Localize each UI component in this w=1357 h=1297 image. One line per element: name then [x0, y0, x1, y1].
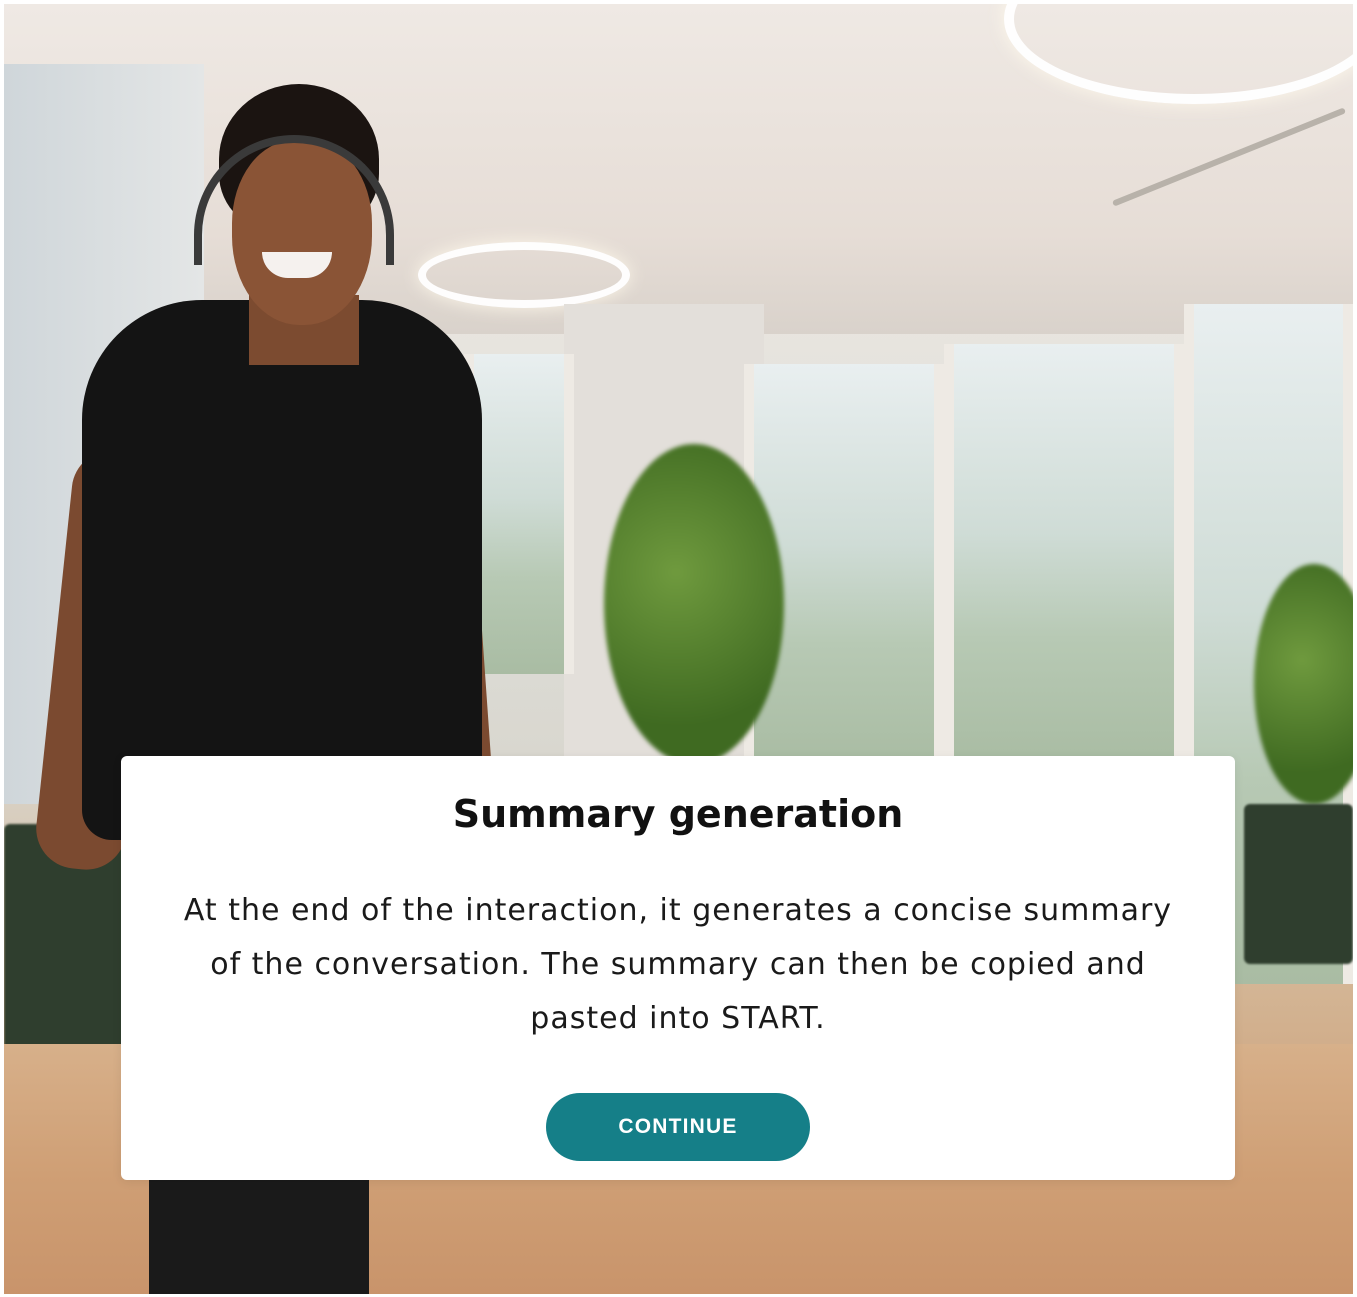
person-legs	[149, 1180, 369, 1294]
office-desk	[1244, 804, 1353, 964]
office-plant	[604, 444, 784, 764]
summary-modal: Summary generation At the end of the int…	[121, 756, 1235, 1180]
ceiling-light-ring	[1004, 4, 1353, 104]
modal-body: At the end of the interaction, it genera…	[183, 893, 1173, 1036]
office-window	[944, 344, 1184, 764]
continue-button[interactable]: CONTINUE	[546, 1093, 810, 1161]
modal-title: Summary generation	[452, 792, 904, 836]
ceiling-vent	[1111, 107, 1347, 207]
